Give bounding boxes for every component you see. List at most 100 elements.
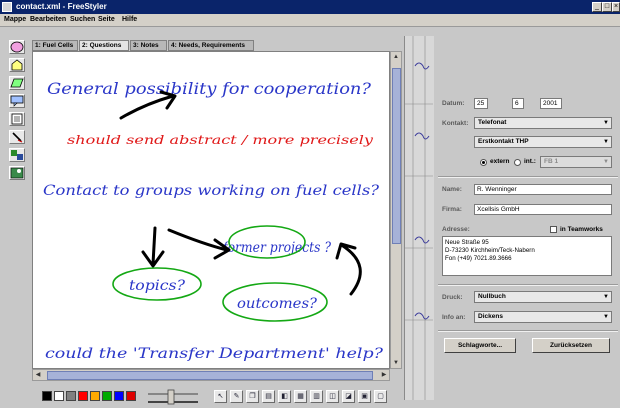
color-swatch-black[interactable] <box>42 391 52 401</box>
schlagworte-button[interactable]: Schlagworte... <box>444 338 516 353</box>
menu-seite[interactable]: Seite <box>98 16 115 23</box>
pen-tool[interactable] <box>9 130 25 144</box>
group-icon: ▦ <box>297 393 304 400</box>
form-divider <box>438 176 618 178</box>
tab-questions[interactable]: 2: Questions <box>79 40 129 51</box>
druck-select[interactable]: Nullbuch ▼ <box>474 291 612 303</box>
address-line: Fon (+49) 7021.89.3666 <box>445 255 512 262</box>
speech-bubble-tool[interactable] <box>9 94 25 108</box>
tab-notes[interactable]: 3: Notes <box>130 40 167 51</box>
bottom-toolbar: ↖ ✎ ❐ ▤ ◧ ▦ ▥ ◫ ◪ ▣ ▢ <box>32 388 404 408</box>
ellipse-shape-tool[interactable] <box>9 40 25 54</box>
drawing-canvas[interactable]: General possibility for cooperation? sho… <box>32 51 390 369</box>
color-swatch-blue[interactable] <box>114 391 124 401</box>
text-note-tool[interactable] <box>9 112 25 126</box>
connect-icon <box>11 150 23 160</box>
color-swatch-orange[interactable] <box>90 391 100 401</box>
pencil-tool[interactable]: ✎ <box>230 390 243 403</box>
page-thumb-mark-2 <box>414 132 430 140</box>
menu-bearbeiten[interactable]: Bearbeiten <box>30 16 66 23</box>
house-shape-tool[interactable] <box>9 58 25 72</box>
datum-day-field[interactable]: 25 <box>474 98 488 109</box>
menu-suchen[interactable]: Suchen <box>70 16 95 23</box>
ungroup-tool[interactable]: ▥ <box>310 390 323 403</box>
group-tool[interactable]: ▦ <box>294 390 307 403</box>
color-swatch-red[interactable] <box>78 391 88 401</box>
int-radio[interactable] <box>514 159 521 166</box>
print-tool[interactable]: ▣ <box>358 390 371 403</box>
close-button[interactable]: × <box>612 2 620 12</box>
datum-year-field[interactable]: 2001 <box>540 98 562 109</box>
horizontal-scrollbar[interactable]: ◀ ▶ <box>32 369 390 381</box>
note-icon <box>11 113 23 125</box>
eraser-icon: ◧ <box>281 393 288 400</box>
scroll-right-arrow-icon[interactable]: ▶ <box>379 370 389 380</box>
tab-fuel-cells[interactable]: 1: Fuel Cells <box>32 40 78 51</box>
image-tool[interactable] <box>9 166 25 180</box>
scroll-down-arrow-icon[interactable]: ▼ <box>391 358 401 368</box>
horizontal-scroll-thumb[interactable] <box>47 371 373 380</box>
int-radio-label: int.: <box>524 158 536 165</box>
speech-bubble-icon <box>10 95 24 107</box>
pen-icon <box>12 132 23 143</box>
color-swatch-green[interactable] <box>102 391 112 401</box>
pen-width-slider[interactable] <box>144 388 204 406</box>
paste-icon: ▤ <box>265 393 272 400</box>
kontakt-select[interactable]: Telefonat ▼ <box>474 117 612 129</box>
chevron-down-icon: ▼ <box>603 294 609 300</box>
house-icon <box>11 59 23 71</box>
eraser-tool[interactable]: ◧ <box>278 390 291 403</box>
druck-label: Druck: <box>442 294 463 301</box>
paste-tool[interactable]: ▤ <box>262 390 275 403</box>
chevron-down-icon: ▼ <box>603 314 609 320</box>
name-field[interactable]: R. Wenninger <box>474 184 612 195</box>
print-icon: ▣ <box>361 393 368 400</box>
color-swatch-white[interactable] <box>54 391 64 401</box>
info-an-select[interactable]: Dickens ▼ <box>474 311 612 323</box>
front-tool[interactable]: ◫ <box>326 390 339 403</box>
extern-radio[interactable] <box>480 159 487 166</box>
handwriting-former-projects: former projects ? <box>222 240 331 256</box>
title-bar: contact.xml - FreeStyler _ □ × <box>0 0 620 14</box>
info-an-label: Info an: <box>442 314 466 321</box>
page-tabs: 1: Fuel Cells 2: Questions 3: Notes 4: N… <box>32 40 404 51</box>
parallelogram-shape-tool[interactable] <box>9 76 25 90</box>
datum-month-field[interactable]: 6 <box>512 98 524 109</box>
connect-tool[interactable] <box>9 148 25 162</box>
page-thumbnail-strip[interactable] <box>404 36 434 400</box>
address-textarea[interactable]: Neue Straße 95 D-73230 Kirchheim/Teck-Na… <box>442 236 612 276</box>
scroll-left-arrow-icon[interactable]: ◀ <box>33 370 43 380</box>
minimize-button[interactable]: _ <box>592 2 602 12</box>
chevron-down-icon: ▼ <box>603 159 609 165</box>
tab-needs-requirements[interactable]: 4: Needs, Requirements <box>168 40 254 51</box>
adresse-label: Adresse: <box>442 226 470 233</box>
ellipse-icon <box>10 41 24 53</box>
maximize-button[interactable]: □ <box>602 2 612 12</box>
kontakt-detail-value: Erstkontakt THP <box>478 138 529 145</box>
back-tool[interactable]: ◪ <box>342 390 355 403</box>
cursor-tool[interactable]: ↖ <box>214 390 227 403</box>
vertical-scrollbar[interactable]: ▲ ▼ <box>390 51 402 369</box>
scroll-up-arrow-icon[interactable]: ▲ <box>391 52 401 62</box>
copy-tool[interactable]: ❐ <box>246 390 259 403</box>
menu-hilfe[interactable]: Hilfe <box>122 16 137 23</box>
firma-label: Firma: <box>442 206 462 213</box>
page-thumb-mark-3 <box>414 236 430 244</box>
color-swatch-gray[interactable] <box>66 391 76 401</box>
int-select[interactable]: FB 1 ▼ <box>540 156 612 168</box>
handwriting-general-possibility: General possibility for cooperation? <box>47 79 371 98</box>
app-icon <box>2 2 12 12</box>
handwriting-topics: topics? <box>129 278 186 294</box>
menu-mappe[interactable]: Mappe <box>4 16 26 23</box>
address-line: D-73230 Kirchheim/Teck-Nabern <box>445 247 535 254</box>
teamworks-checkbox[interactable] <box>550 226 557 233</box>
extern-radio-label: extern <box>490 158 510 165</box>
address-line: Neue Straße 95 <box>445 239 489 246</box>
druck-select-value: Nullbuch <box>478 293 506 300</box>
vertical-scroll-thumb[interactable] <box>392 68 401 244</box>
kontakt-detail-select[interactable]: Erstkontakt THP ▼ <box>474 136 612 148</box>
firma-field[interactable]: Xcellsis GmbH <box>474 204 612 215</box>
color-swatch-dark-red[interactable] <box>126 391 136 401</box>
document-tool[interactable]: ▢ <box>374 390 387 403</box>
zuruecksetzen-button[interactable]: Zurücksetzen <box>532 338 610 353</box>
